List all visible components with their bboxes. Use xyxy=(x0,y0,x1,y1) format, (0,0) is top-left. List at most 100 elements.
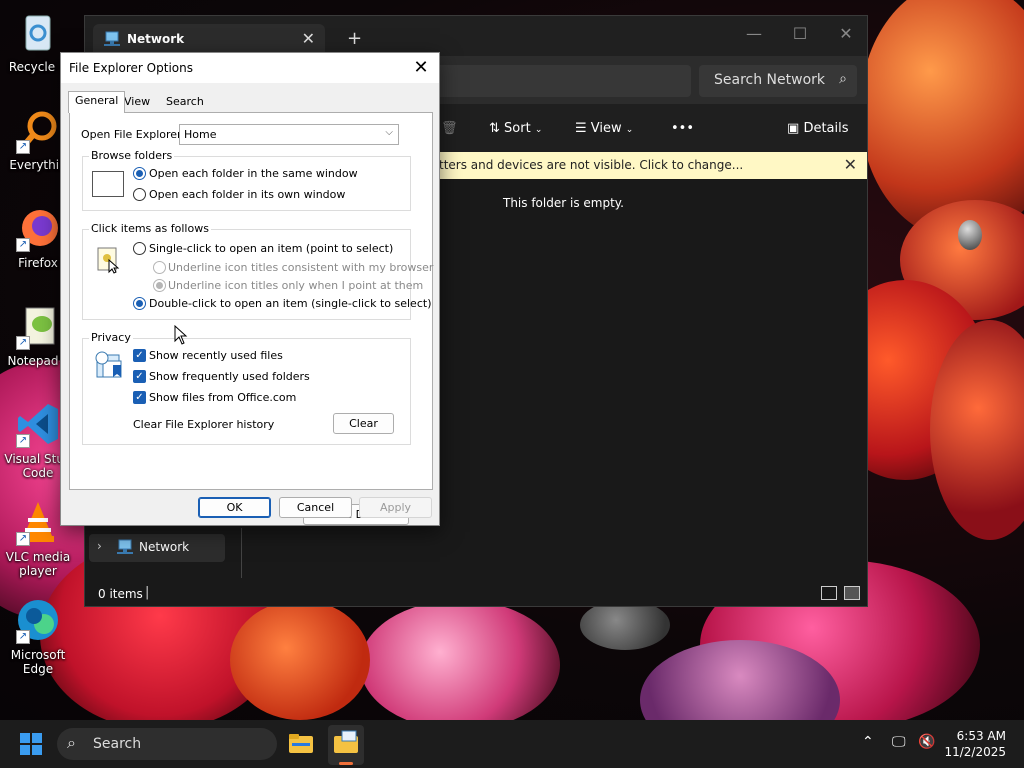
chevron-down-icon: ⌄ xyxy=(534,125,543,135)
nav-item-label: Network xyxy=(139,540,190,554)
close-dialog-icon[interactable]: ✕ xyxy=(411,57,431,78)
details-pane-icon: ▣ xyxy=(787,121,800,136)
checkbox-frequent-folders[interactable]: ✓ xyxy=(133,370,146,383)
taskbar-search-label: Search xyxy=(93,736,142,752)
shortcut-arrow-icon: ↗ xyxy=(16,140,30,154)
sort-icon: ⇅ xyxy=(489,121,500,136)
item-count: 0 items xyxy=(98,587,143,601)
radio-label: Single-click to open an item (point to s… xyxy=(149,242,394,255)
everything-search-icon: ↗ xyxy=(14,106,62,154)
radio-double-click[interactable] xyxy=(133,297,146,310)
show-hidden-icons-chevron-up-icon[interactable]: ⌃ xyxy=(862,734,874,750)
apply-button[interactable]: Apply xyxy=(359,497,432,518)
clear-history-button[interactable]: Clear xyxy=(333,413,394,434)
network-status-icon[interactable]: 🖵 xyxy=(892,734,906,750)
desktop-icon-label: Firefox xyxy=(18,256,58,270)
active-indicator xyxy=(339,762,353,765)
text-caret: | xyxy=(145,585,150,600)
pane-divider[interactable] xyxy=(241,528,242,578)
click-cursor-illustration-icon xyxy=(97,246,121,274)
desktop-icon-label: Recycle B xyxy=(8,60,68,74)
sort-button[interactable]: ⇅ Sort ⌄ xyxy=(489,121,542,136)
more-options-button[interactable]: ••• xyxy=(671,121,694,136)
privacy-group: Privacy ✓ Show recently used files ✓ Sho… xyxy=(82,331,411,445)
maximize-icon[interactable]: ☐ xyxy=(777,24,823,43)
shortcut-arrow-icon: ↗ xyxy=(16,336,30,350)
details-button[interactable]: ▣ Details xyxy=(787,121,849,136)
recycle-bin-icon xyxy=(14,8,62,56)
radio-label: Underline icon titles consistent with my… xyxy=(168,261,434,274)
radio-label: Open each folder in its own window xyxy=(149,188,346,201)
view-label: View xyxy=(590,121,622,136)
group-title: Browse folders xyxy=(89,149,175,162)
taskbar-active-explorer-icon[interactable] xyxy=(328,725,364,765)
chevron-down-icon: ⌵ xyxy=(385,127,393,138)
browse-folders-illustration-icon xyxy=(92,171,124,197)
vscode-icon: ↗ xyxy=(14,400,62,448)
radio-label: Double-click to open an item (single-cli… xyxy=(149,297,432,310)
group-title: Privacy xyxy=(89,331,133,344)
radio-label: Underline icon titles only when I point … xyxy=(168,279,424,292)
close-info-bar-icon[interactable]: ✕ xyxy=(844,155,857,174)
desktop-icon-edge[interactable]: ↗ Microsoft Edge xyxy=(0,596,76,676)
nav-item-network[interactable]: › Network xyxy=(89,534,225,562)
chevron-right-icon[interactable]: › xyxy=(97,539,102,553)
large-icons-view-icon[interactable] xyxy=(844,586,860,600)
taskbar: ⌕ Search ⌃ 🖵 🔇 6:53 AM 11/2/2025 xyxy=(0,720,1024,768)
close-window-icon[interactable]: ✕ xyxy=(823,24,869,43)
taskbar-clock[interactable]: 6:53 AM 11/2/2025 xyxy=(944,728,1006,760)
notepad-plus-icon: ↗ xyxy=(14,302,62,350)
clock-time: 6:53 AM xyxy=(956,729,1006,743)
desktop-icon-label: Everythin xyxy=(9,158,67,172)
network-icon xyxy=(117,539,133,555)
volume-muted-icon[interactable]: 🔇 xyxy=(918,734,935,750)
tab-general[interactable]: General xyxy=(68,91,126,113)
clock-date: 11/2/2025 xyxy=(944,745,1006,759)
ok-button[interactable]: OK xyxy=(198,497,271,518)
explorer-tab-title: Network xyxy=(127,32,185,46)
network-icon xyxy=(103,31,121,47)
explorer-titlebar: Network ✕ + — ☐ ✕ xyxy=(85,16,867,56)
checkbox-label: Show files from Office.com xyxy=(149,391,297,404)
delete-icon[interactable]: 🗑 xyxy=(441,121,458,136)
address-bar[interactable] xyxy=(425,65,691,97)
click-items-group: Click items as follows Single-click to o… xyxy=(82,222,433,320)
group-title: Click items as follows xyxy=(89,222,211,235)
radio-same-window[interactable] xyxy=(133,167,146,180)
cancel-button[interactable]: Cancel xyxy=(279,497,352,518)
checkbox-label: Show frequently used folders xyxy=(149,370,310,383)
radio-own-window[interactable] xyxy=(133,188,146,201)
shortcut-arrow-icon: ↗ xyxy=(16,238,30,252)
network-discovery-info-bar[interactable]: tters and devices are not visible. Click… xyxy=(439,152,867,179)
checkbox-label: Show recently used files xyxy=(149,349,283,362)
desktop-icon-label: Microsoft Edge xyxy=(10,648,66,676)
close-tab-icon[interactable]: ✕ xyxy=(302,29,315,48)
view-button[interactable]: ☰ View ⌄ xyxy=(575,121,633,136)
radio-underline-browser[interactable] xyxy=(153,261,166,274)
checkbox-office-files[interactable]: ✓ xyxy=(133,391,146,404)
start-windows-icon[interactable] xyxy=(20,733,42,755)
edge-icon: ↗ xyxy=(14,596,62,644)
search-icon: ⌕ xyxy=(67,733,76,752)
search-network-input[interactable]: Search Network ⌕ xyxy=(699,65,857,97)
dialog-tabs: General View Search xyxy=(68,91,432,113)
new-tab-icon[interactable]: + xyxy=(347,28,362,49)
desktop-icon-label: VLC media player xyxy=(5,550,71,578)
dialog-titlebar: File Explorer Options ✕ xyxy=(61,53,439,83)
privacy-illustration-icon xyxy=(93,349,125,381)
shortcut-arrow-icon: ↗ xyxy=(16,434,30,448)
radio-underline-point[interactable] xyxy=(153,279,166,292)
open-explorer-select[interactable]: Home ⌵ xyxy=(179,124,399,145)
minimize-icon[interactable]: — xyxy=(731,24,777,43)
details-label: Details xyxy=(803,121,849,136)
taskbar-search-box[interactable]: ⌕ Search xyxy=(57,728,277,760)
taskbar-file-explorer-icon[interactable] xyxy=(288,731,314,755)
checkbox-recent-files[interactable]: ✓ xyxy=(133,349,146,362)
tab-search[interactable]: Search xyxy=(160,94,210,113)
empty-folder-message: This folder is empty. xyxy=(503,196,624,210)
browse-folders-group: Browse folders Open each folder in the s… xyxy=(82,149,411,211)
navigation-pane: › Network xyxy=(85,526,245,566)
details-view-icon[interactable] xyxy=(821,586,837,600)
radio-single-click[interactable] xyxy=(133,242,146,255)
view-icon: ☰ xyxy=(575,121,587,136)
